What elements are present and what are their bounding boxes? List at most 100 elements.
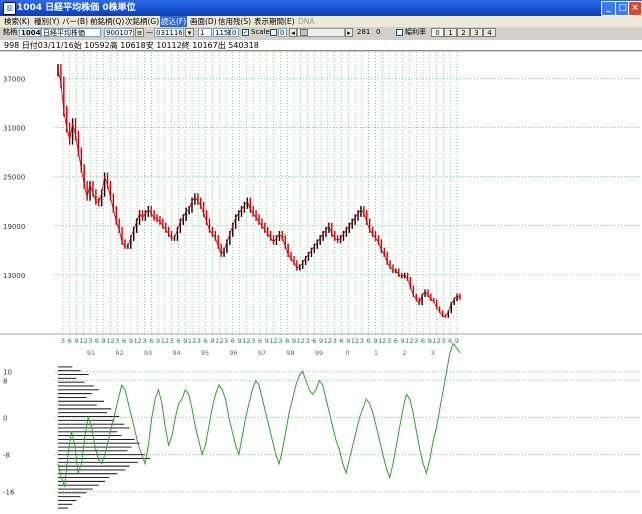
window-title: 1004 日経平均株価 0株単位 xyxy=(17,3,136,13)
tab-2[interactable]: 2 xyxy=(457,28,470,37)
x-month-label: 12 xyxy=(269,337,277,345)
tab-0[interactable]: 0 xyxy=(431,28,444,37)
x-month-label: 9 xyxy=(455,337,459,345)
scale-value-checkbox[interactable] xyxy=(270,29,277,36)
x-month-label: 6 xyxy=(421,337,425,345)
menu-type[interactable]: 種別(Y) xyxy=(34,16,59,27)
x-month-label: 6 xyxy=(367,337,371,345)
date-from-spin[interactable]: ≡ xyxy=(135,28,144,37)
menu-next-stock[interactable]: 次銘柄(G) xyxy=(125,16,159,27)
x-month-label: 9 xyxy=(102,337,106,345)
menu-prev-stock[interactable]: 前銘柄(Q) xyxy=(90,16,124,27)
menu-bar: 検索(K) 種別(Y) バー(B) 前銘柄(Q) 次銘柄(G) 読込(F) 画面… xyxy=(0,16,642,27)
x-year-label: 98 xyxy=(286,349,294,357)
x-month-label: 6 xyxy=(204,337,208,345)
x-month-label: 12 xyxy=(134,337,142,345)
menu-display-period[interactable]: 表示期間(E) xyxy=(254,16,295,27)
x-month-label: 12 xyxy=(297,337,305,345)
date-from-field[interactable]: 900107 xyxy=(104,28,134,37)
menu-margin-balance[interactable]: 信用残(S) xyxy=(218,16,251,27)
osc-y-tick-label: 10 xyxy=(3,368,12,376)
minimize-button[interactable]: _ xyxy=(601,1,616,16)
x-month-label: 6 xyxy=(285,337,289,345)
price-y-tick-label: 31000 xyxy=(3,125,25,133)
x-year-label: 3 xyxy=(431,349,435,357)
x-month-label: 12 xyxy=(161,337,169,345)
x-month-label: 12 xyxy=(405,337,413,345)
step-field[interactable]: 1 xyxy=(198,28,212,37)
x-year-label: 93 xyxy=(144,349,152,357)
x-year-label: 92 xyxy=(115,349,123,357)
x-month-label: 6 xyxy=(339,337,343,345)
price-y-tick-label: 37000 xyxy=(3,75,25,83)
scroll-right-button[interactable]: ▸ xyxy=(345,28,353,37)
range-dash-icon: — xyxy=(146,28,153,36)
x-month-label: 3 xyxy=(88,337,92,345)
x-year-label: 97 xyxy=(258,349,266,357)
scroll-left-button[interactable]: ◂ xyxy=(289,28,297,37)
count-field[interactable]: 1150 xyxy=(213,28,233,37)
code-label: 銘柄 xyxy=(3,28,17,36)
chart-area[interactable]: 37000 31000 25000 19000 13000 3 6 9 12 3 6 9 12 3 6 9 12… xyxy=(0,52,642,514)
num-0: 0 xyxy=(376,28,381,36)
x-month-label: 3 xyxy=(360,337,364,345)
osc-y-tick-label: 0 xyxy=(3,415,7,423)
period-scrollbar[interactable] xyxy=(297,28,345,37)
x-month-label: 6 xyxy=(258,337,262,345)
x-year-label: 91 xyxy=(87,349,95,357)
date-to-dropdown[interactable]: ▾ xyxy=(185,28,194,37)
x-month-label: 12 xyxy=(324,337,332,345)
x-month-label: 3 xyxy=(197,337,201,345)
price-series-line xyxy=(57,70,461,318)
x-month-label: 9 xyxy=(401,337,405,345)
x-month-label: 12 xyxy=(242,337,250,345)
chart-svg[interactable]: 37000310002500019000130003 6 9 12 3 6 9 12 3 6 9 12… xyxy=(0,52,642,514)
date-to-field[interactable]: 031116 xyxy=(154,28,184,37)
x-month-label: 12 xyxy=(432,337,440,345)
scrollbar-thumb[interactable] xyxy=(300,29,308,36)
x-year-label: 95 xyxy=(201,349,209,357)
x-month-label: 9 xyxy=(210,337,214,345)
x-month-label: 9 xyxy=(346,337,350,345)
chart-app-icon: ▥ xyxy=(3,2,16,15)
x-year-label: 2 xyxy=(402,349,406,357)
x-month-label: 9 xyxy=(183,337,187,345)
x-month-label: 9 xyxy=(129,337,133,345)
scale-label: Scale xyxy=(251,28,270,36)
scale-checkbox[interactable]: ✓ xyxy=(242,29,249,36)
x-month-label: 6 xyxy=(176,337,180,345)
ratio-checkbox[interactable] xyxy=(396,29,403,36)
x-year-label: 94 xyxy=(172,349,180,357)
x-month-label: 3 xyxy=(142,337,146,345)
menu-search[interactable]: 検索(K) xyxy=(4,16,30,27)
x-month-label: 9 xyxy=(373,337,377,345)
x-month-label: 3 xyxy=(441,337,445,345)
x-month-label: 12 xyxy=(188,337,196,345)
x-month-label: 12 xyxy=(351,337,359,345)
x-month-label: 3 xyxy=(115,337,119,345)
tab-4[interactable]: 4 xyxy=(483,28,496,37)
menu-dna[interactable]: DNA xyxy=(298,16,315,27)
title-bar: ▥ 1004 日経平均株価 0株単位 _ □ × xyxy=(0,0,642,16)
x-month-label: 6 xyxy=(312,337,316,345)
menu-load[interactable]: 読込(F) xyxy=(160,16,188,27)
zero-field[interactable]: 0 xyxy=(230,28,239,37)
ratio-label: 幅利率 xyxy=(405,28,426,36)
stock-code-field[interactable]: 1004 xyxy=(19,28,41,37)
tab-1[interactable]: 1 xyxy=(444,28,457,37)
x-month-label: 6 xyxy=(149,337,153,345)
scale-value-field[interactable]: 0 xyxy=(278,28,287,37)
x-month-label: 3 xyxy=(224,337,228,345)
x-month-label: 9 xyxy=(156,337,160,345)
x-month-label: 3 xyxy=(278,337,282,345)
num-281: 281 xyxy=(357,28,371,36)
x-month-label: 9 xyxy=(265,337,269,345)
menu-screen[interactable]: 画面(D) xyxy=(190,16,217,27)
close-button[interactable]: × xyxy=(628,1,642,16)
tab-3[interactable]: 3 xyxy=(470,28,483,37)
stock-name-field[interactable]: 日経平均株価 xyxy=(41,28,101,37)
x-month-label: 3 xyxy=(61,337,65,345)
x-year-label: 99 xyxy=(315,349,323,357)
menu-bar-type[interactable]: バー(B) xyxy=(62,16,88,27)
x-year-label: 96 xyxy=(229,349,237,357)
